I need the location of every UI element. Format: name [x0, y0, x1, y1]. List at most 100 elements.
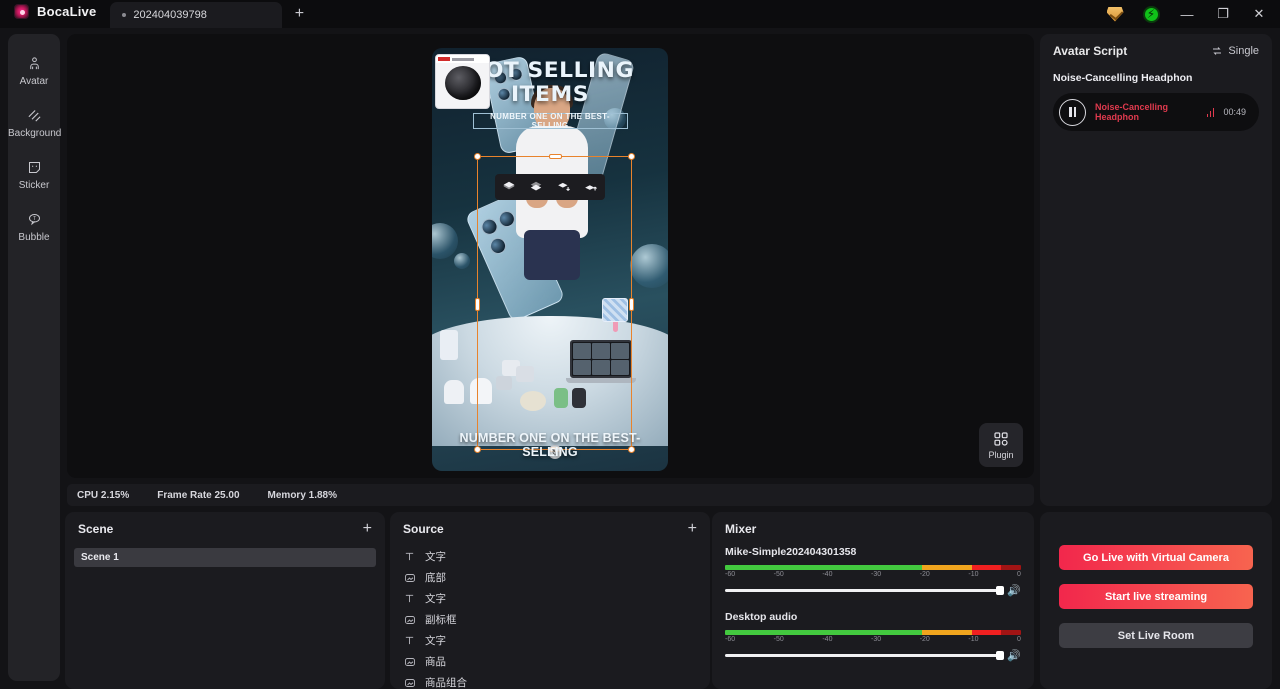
start-live-streaming-button[interactable]: Start live streaming	[1059, 584, 1253, 609]
product-item	[444, 380, 464, 404]
resize-handle-tl[interactable]	[474, 153, 481, 160]
speaker-icon[interactable]: 🔊	[1007, 584, 1021, 597]
power-badge-icon[interactable]: ⚡	[1134, 0, 1168, 28]
meter-tick: -40	[822, 571, 833, 578]
sidebar-item-label: Avatar	[19, 76, 49, 87]
volume-slider-knob[interactable]	[996, 586, 1005, 595]
source-item-label: 文字	[425, 593, 446, 605]
source-list-item[interactable]: 商品	[390, 651, 710, 672]
source-item-label: 副标框	[425, 614, 457, 626]
bubble-icon: T	[8, 209, 60, 229]
plus-icon[interactable]: +	[282, 0, 316, 28]
resize-handle-right[interactable]	[629, 298, 634, 311]
source-list-item[interactable]: 商品组合	[390, 672, 710, 689]
source-list-item[interactable]: 副标框	[390, 609, 710, 630]
canvas-subtitle: NUMBER ONE ON THE BEST-SELLING	[472, 112, 628, 130]
meter-tick: -20	[919, 636, 930, 643]
window-controls: ⚡ — ❐ ✕	[1098, 0, 1280, 28]
add-scene-button[interactable]: +	[363, 521, 372, 537]
crown-badge-icon[interactable]	[1098, 0, 1132, 28]
meter-tick: -20	[919, 571, 930, 578]
maximize-icon[interactable]: ❐	[1206, 0, 1240, 28]
script-panel-header: Avatar Script Single	[1040, 34, 1272, 68]
meter-tick: -50	[773, 636, 784, 643]
sidebar-item-label: Background	[8, 128, 62, 139]
performance-status-bar: CPU 2.15% Frame Rate 25.00 Memory 1.88%	[67, 484, 1034, 506]
script-item-title: Noise-Cancelling Headphon	[1053, 72, 1193, 84]
sidebar-item-avatar[interactable]: Avatar	[8, 44, 60, 96]
sidebar-item-bubble[interactable]: T Bubble	[8, 200, 60, 252]
left-tool-rail: Avatar Background Sticker T Bubble	[8, 34, 62, 681]
waveform-icon	[1206, 107, 1215, 117]
text-source-icon	[403, 592, 416, 605]
sidebar-item-background[interactable]: Background	[8, 96, 62, 148]
source-list-item[interactable]: 文字	[390, 630, 710, 651]
close-icon[interactable]: ✕	[1242, 0, 1276, 28]
source-panel-title: Source	[403, 522, 444, 536]
source-list-item[interactable]: 底部	[390, 567, 710, 588]
scene-list-item[interactable]: Scene 1	[74, 548, 376, 567]
boca-logo-icon	[14, 3, 29, 19]
playback-mode-toggle[interactable]: Single	[1211, 45, 1259, 57]
source-item-label: 商品	[425, 656, 446, 668]
sidebar-item-label: Bubble	[18, 232, 50, 243]
avatar-script-panel: Avatar Script Single Noise-Cancelling He…	[1040, 34, 1272, 506]
source-list-item[interactable]: 文字	[390, 588, 710, 609]
title-bar: BocaLive 202404039798 + ⚡ — ❐ ✕	[0, 0, 1280, 28]
tab-strip: 202404039798 +	[110, 0, 316, 28]
volume-slider-knob[interactable]	[996, 651, 1005, 660]
add-source-button[interactable]: +	[688, 521, 697, 537]
meter-tick: -60	[725, 636, 736, 643]
canvas-footer-text: NUMBER ONE ON THE BEST-SELLING	[459, 431, 641, 459]
selection-bounding-box[interactable]	[474, 153, 635, 453]
audio-duration: 00:49	[1223, 107, 1246, 117]
resize-handle-tr[interactable]	[628, 153, 635, 160]
image-source-icon	[403, 613, 416, 626]
tab-project[interactable]: 202404039798	[110, 2, 283, 28]
source-panel-header: Source +	[390, 512, 710, 546]
source-item-label: 商品组合	[425, 677, 467, 689]
source-item-label: 文字	[425, 635, 446, 647]
volume-slider[interactable]	[725, 586, 1005, 595]
go-live-virtual-camera-button[interactable]: Go Live with Virtual Camera	[1059, 545, 1253, 570]
meter-tick: -10	[968, 636, 979, 643]
plugin-icon	[994, 431, 1008, 446]
plugin-button[interactable]: Plugin	[979, 423, 1023, 467]
scene-panel-header: Scene +	[65, 512, 385, 546]
audio-track-item[interactable]: Noise-Cancelling Headphon 00:49	[1053, 93, 1259, 131]
meter-ticks: -60 -50 -40 -30 -20 -10 0	[725, 571, 1021, 578]
sidebar-item-sticker[interactable]: Sticker	[8, 148, 60, 200]
meter-tick: 0	[1017, 571, 1021, 578]
tab-label: 202404039798	[133, 9, 207, 21]
memory-stat: Memory 1.88%	[267, 489, 338, 501]
set-live-room-button[interactable]: Set Live Room	[1059, 623, 1253, 648]
product-thumbnail-card	[435, 54, 490, 109]
volume-slider[interactable]	[725, 651, 1005, 660]
mixer-channel-name: Desktop audio	[725, 611, 798, 623]
mixer-panel-header: Mixer	[712, 512, 1034, 546]
source-list-item[interactable]: 文字	[390, 546, 710, 567]
resize-handle-top[interactable]	[549, 154, 562, 159]
image-source-icon	[403, 676, 416, 689]
audio-track-name-wrap: Noise-Cancelling Headphon	[1095, 102, 1215, 122]
volume-slider-row: 🔊	[725, 649, 1021, 662]
framerate-stat: Frame Rate 25.00	[157, 489, 240, 501]
pause-icon[interactable]	[1059, 98, 1086, 126]
speaker-icon[interactable]: 🔊	[1007, 649, 1021, 662]
live-actions-panel: Go Live with Virtual Camera Start live s…	[1040, 512, 1272, 689]
audio-track-name: Noise-Cancelling Headphon	[1095, 102, 1169, 122]
meter-tick: -40	[822, 636, 833, 643]
resize-handle-left[interactable]	[475, 298, 480, 311]
meter-tick: -60	[725, 571, 736, 578]
repeat-single-icon	[1213, 47, 1222, 55]
minimize-icon[interactable]: —	[1170, 0, 1204, 28]
product-item	[440, 330, 458, 360]
plugin-label: Plugin	[988, 449, 1014, 460]
meter-tick: -50	[773, 571, 784, 578]
mixer-panel: Mixer Mike-Simple202404301358 -60 -50 -4…	[712, 512, 1034, 689]
meter-ticks: -60 -50 -40 -30 -20 -10 0	[725, 636, 1021, 643]
mixer-channel-name: Mike-Simple202404301358	[725, 546, 857, 558]
decor-blob	[454, 253, 470, 269]
preview-canvas[interactable]: HOT SELLING ITEMS NUMBER ONE ON THE BEST…	[432, 48, 668, 471]
preview-stage: HOT SELLING ITEMS NUMBER ONE ON THE BEST…	[67, 34, 1034, 478]
